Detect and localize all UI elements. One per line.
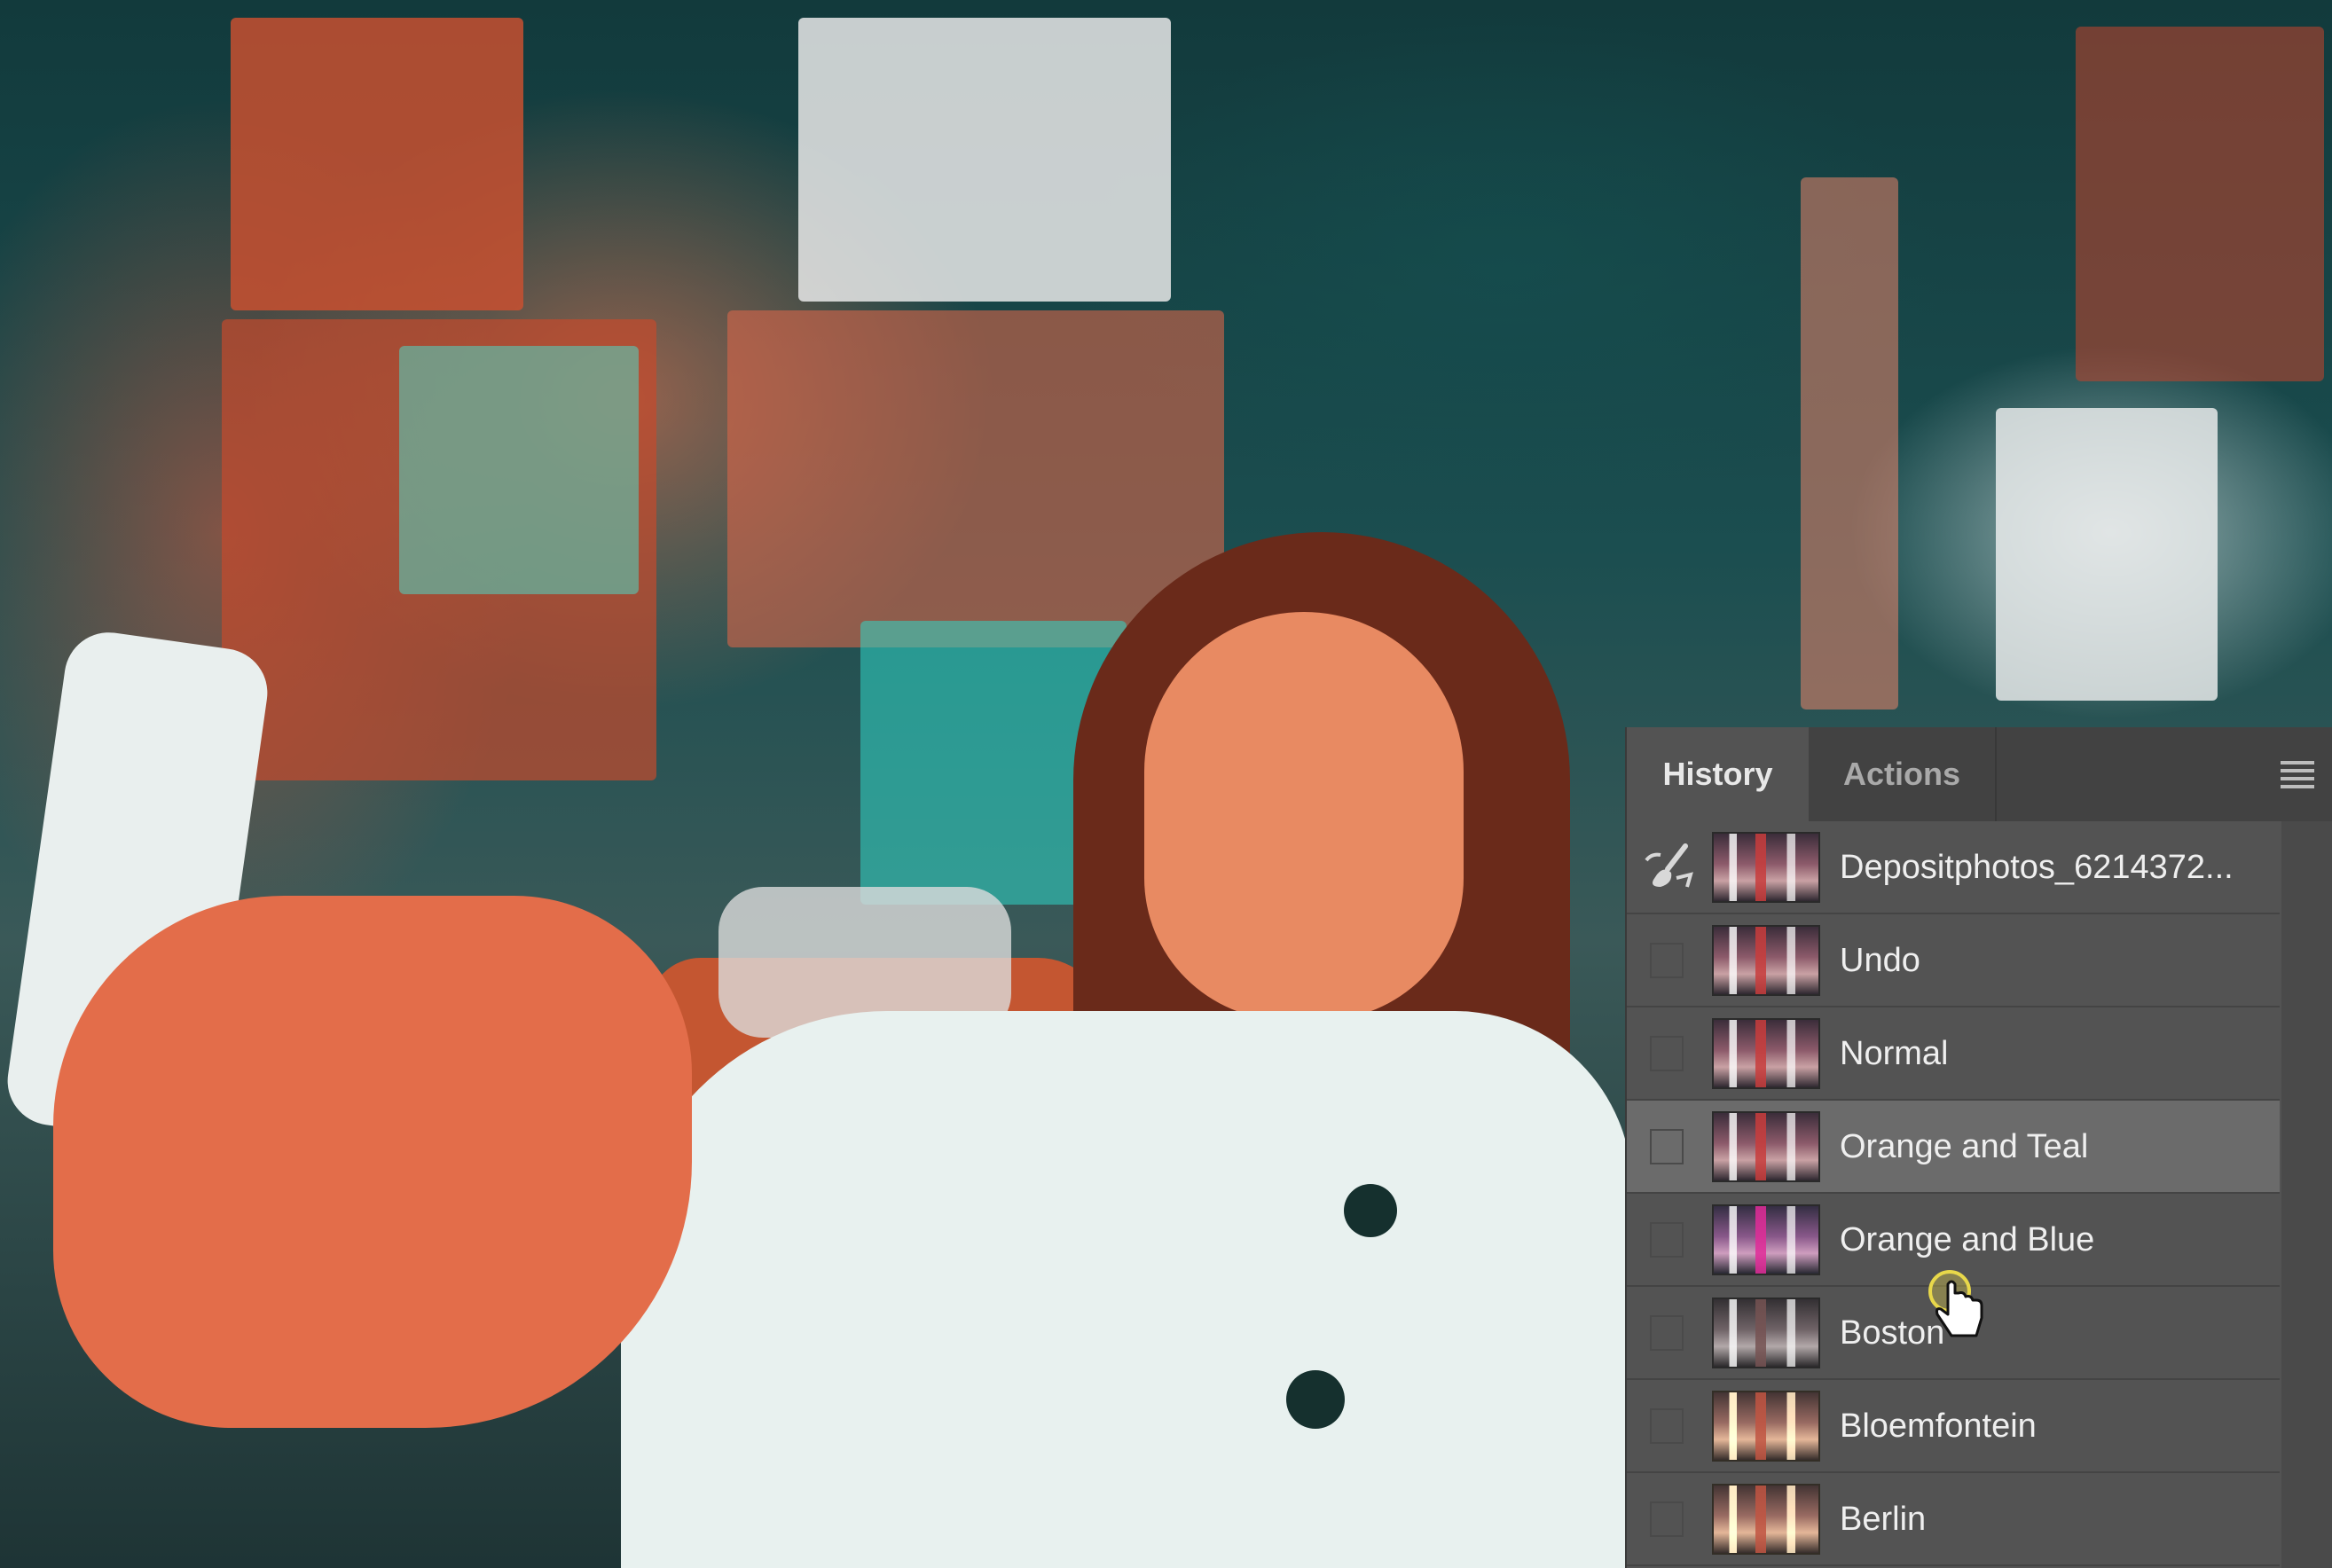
history-source-checkbox[interactable] (1650, 943, 1684, 978)
history-item-orange-and-teal[interactable]: Orange and Teal (1627, 1101, 2280, 1194)
snapshot-thumbnail (1712, 1111, 1820, 1182)
history-list: Depositphotos_6214372... Undo Normal Ora… (1627, 821, 2280, 1566)
panel-scrollbar[interactable] (2281, 821, 2332, 1568)
billboard-teal (399, 346, 639, 594)
panel-tab-bar: History Actions (1627, 727, 2332, 821)
hand-cursor-icon (1928, 1270, 1983, 1337)
history-item-label: Depositphotos_6214372... (1840, 849, 2234, 886)
history-item-berlin[interactable]: Berlin (1627, 1473, 2280, 1566)
history-brush-icon[interactable] (1641, 839, 1696, 894)
history-source-checkbox[interactable] (1650, 1129, 1684, 1164)
billboard-mid (727, 310, 1224, 647)
history-source-checkbox[interactable] (1650, 1315, 1684, 1351)
history-source-checkbox[interactable] (1650, 1501, 1684, 1537)
tab-history[interactable]: History (1627, 727, 1809, 821)
tower-right (1801, 177, 1898, 710)
history-source-checkbox[interactable] (1650, 1222, 1684, 1258)
hand (53, 896, 692, 1428)
woman-face (1144, 612, 1464, 1020)
woman-coat (621, 1011, 1632, 1568)
history-item-label: Orange and Teal (1840, 1128, 2089, 1165)
coat-button (1286, 1370, 1345, 1429)
snapshot-thumbnail (1712, 1204, 1820, 1275)
snapshot-thumbnail (1712, 1018, 1820, 1089)
billboard-right (1996, 408, 2218, 701)
billboard-center (798, 18, 1171, 302)
billboard-left (231, 18, 523, 310)
history-item-label: Berlin (1840, 1501, 1927, 1538)
hamburger-icon[interactable] (2281, 761, 2314, 788)
history-item-label: Undo (1840, 942, 1920, 979)
history-item-bloemfontein[interactable]: Bloemfontein (1627, 1380, 2280, 1473)
coat-button (1344, 1184, 1397, 1237)
history-source-checkbox[interactable] (1650, 1036, 1684, 1071)
snapshot-thumbnail (1712, 1298, 1820, 1368)
history-item-source[interactable]: Depositphotos_6214372... (1627, 821, 2280, 914)
history-item-undo[interactable]: Undo (1627, 914, 2280, 1007)
history-source-checkbox[interactable] (1650, 1408, 1684, 1444)
snapshot-thumbnail (1712, 1391, 1820, 1462)
history-item-normal[interactable]: Normal (1627, 1007, 2280, 1101)
building-far-right (2076, 27, 2324, 381)
snapshot-thumbnail (1712, 1484, 1820, 1555)
history-item-label: Normal (1840, 1035, 1949, 1072)
snapshot-thumbnail (1712, 925, 1820, 996)
history-item-label: Bloemfontein (1840, 1407, 2037, 1445)
tab-actions[interactable]: Actions (1809, 727, 1997, 821)
history-panel: History Actions Depositphotos_6214372...… (1625, 727, 2332, 1568)
snapshot-thumbnail (1712, 832, 1820, 903)
